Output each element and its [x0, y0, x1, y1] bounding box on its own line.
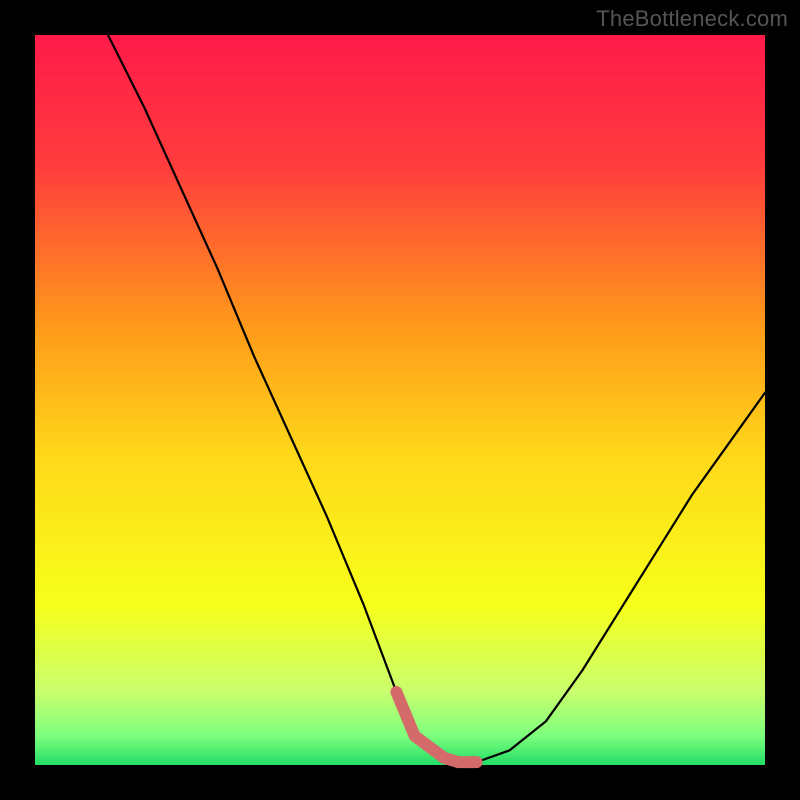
- watermark-label: TheBottleneck.com: [596, 6, 788, 32]
- chart-container: TheBottleneck.com: [0, 0, 800, 800]
- chart-svg: [0, 0, 800, 800]
- chart-background-gradient: [35, 35, 765, 765]
